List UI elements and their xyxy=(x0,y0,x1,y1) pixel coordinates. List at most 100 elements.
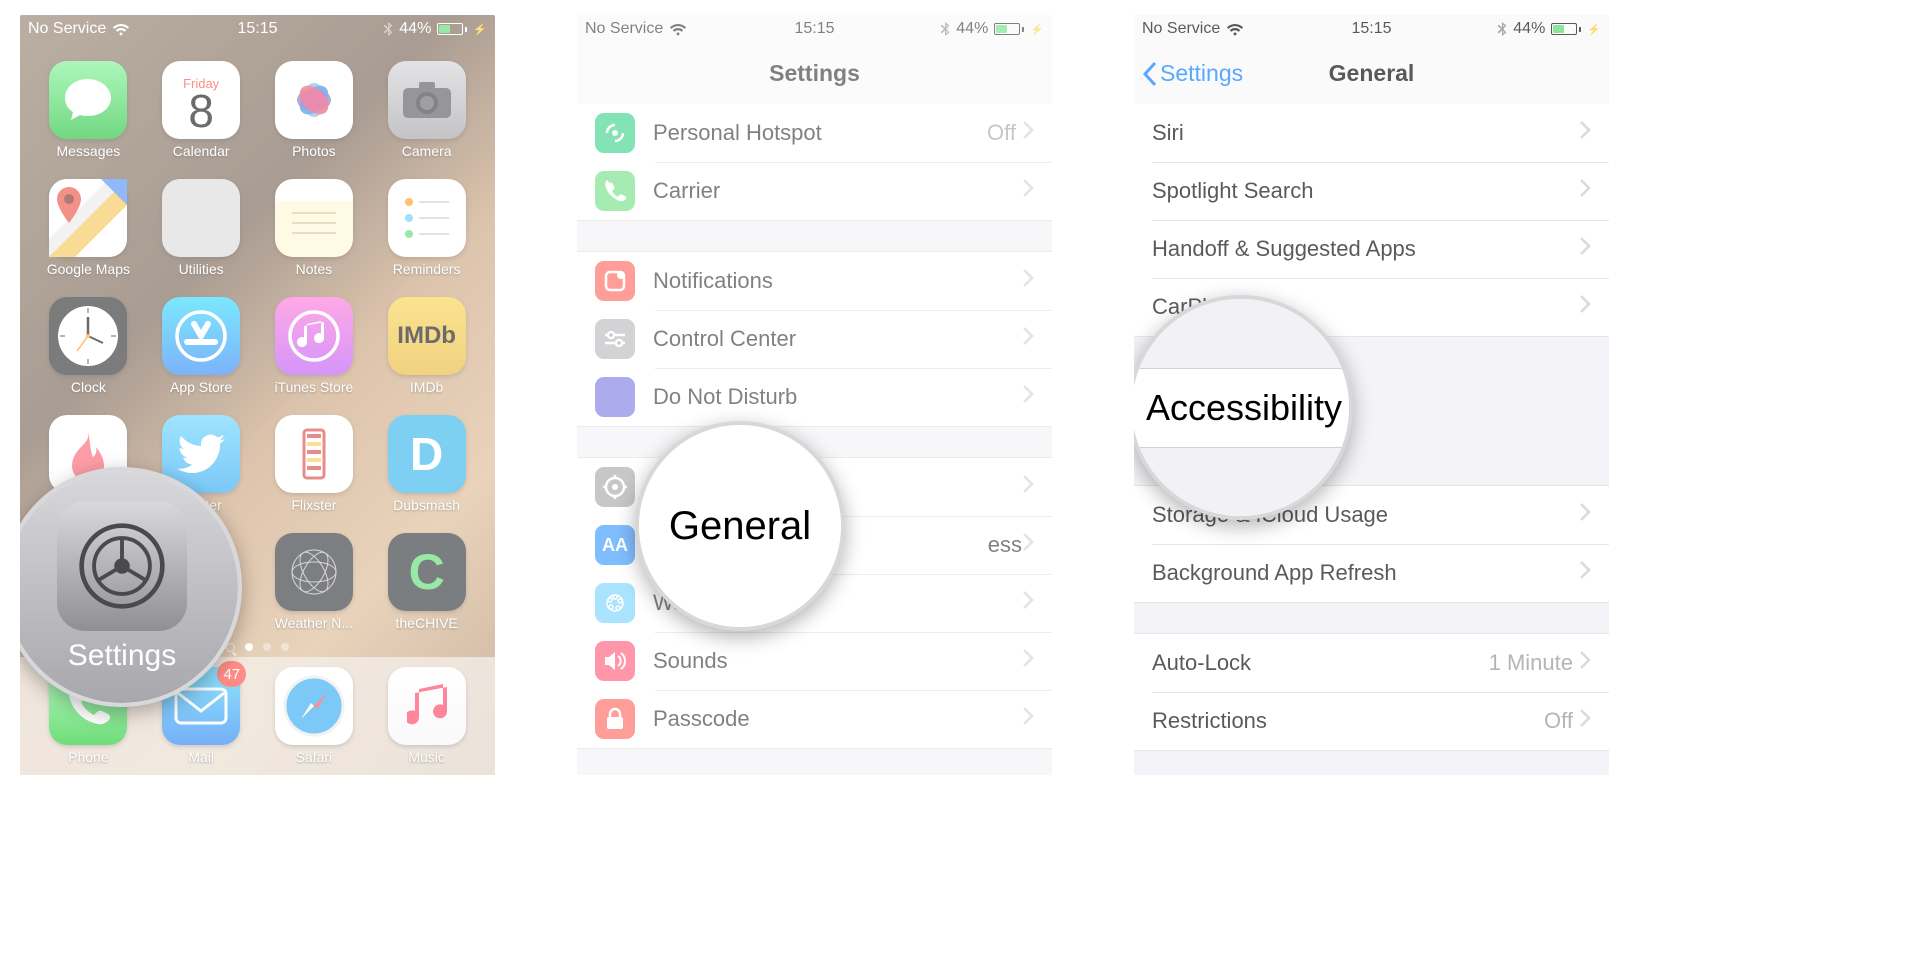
chevron-right-icon xyxy=(1022,326,1034,352)
screen-general: No Service 15:15 44%⚡ Settings General S… xyxy=(1134,15,1609,775)
chevron-right-icon xyxy=(1022,384,1034,410)
app-utilities[interactable]: Utilities xyxy=(149,179,254,277)
app-itunes[interactable]: iTunes Store xyxy=(262,297,367,395)
row-bgrefresh[interactable]: Background App Refresh xyxy=(1134,544,1609,602)
dock-safari[interactable]: Safari xyxy=(262,667,367,767)
app-appstore[interactable]: App Store xyxy=(149,297,254,395)
dnd-icon xyxy=(595,377,635,417)
screen-home: No Service 15:15 44% ⚡ Messages Friday8C… xyxy=(20,15,495,775)
chevron-right-icon xyxy=(1579,560,1591,586)
notes-icon xyxy=(275,179,353,257)
chevron-right-icon xyxy=(1022,590,1034,616)
messages-icon xyxy=(49,61,127,139)
chevron-right-icon xyxy=(1579,236,1591,262)
app-camera[interactable]: Camera xyxy=(374,61,479,159)
magnify-label: Settings xyxy=(68,639,176,673)
page-dot-1 xyxy=(245,643,253,651)
settings-icon xyxy=(57,501,187,631)
battery-pct: 44% xyxy=(1513,20,1545,38)
row-controlcenter[interactable]: Control Center xyxy=(577,310,1052,368)
appstore-icon xyxy=(162,297,240,375)
row-carrier[interactable]: Carrier xyxy=(577,162,1052,220)
status-bar: No Service 15:15 44%⚡ xyxy=(1134,15,1609,43)
bluetooth-icon xyxy=(940,22,950,36)
carrier-text: No Service xyxy=(1142,20,1220,38)
app-messages[interactable]: Messages xyxy=(36,61,141,159)
wifi-icon xyxy=(1226,23,1244,36)
mail-badge: 47 xyxy=(217,661,246,687)
app-notes[interactable]: Notes xyxy=(262,179,367,277)
page-dot-3 xyxy=(281,643,289,651)
app-clock[interactable]: Clock xyxy=(36,297,141,395)
controlcenter-icon xyxy=(595,319,635,359)
app-chive[interactable]: CtheCHIVE xyxy=(374,533,479,631)
row-handoff[interactable]: Handoff & Suggested Apps xyxy=(1134,220,1609,278)
app-reminders[interactable]: Reminders xyxy=(374,179,479,277)
carrier-text: No Service xyxy=(28,20,106,38)
status-bar: No Service 15:15 44%⚡ xyxy=(577,15,1052,43)
chevron-right-icon xyxy=(1022,474,1034,500)
clock-time: 15:15 xyxy=(1351,20,1391,37)
passcode-icon xyxy=(595,699,635,739)
screen-settings: No Service 15:15 44%⚡ Settings Personal … xyxy=(577,15,1052,775)
chevron-right-icon xyxy=(1022,532,1034,558)
dock-music[interactable]: Music xyxy=(374,667,479,767)
app-calendar[interactable]: Friday8Calendar xyxy=(149,61,254,159)
row-passcode[interactable]: Passcode xyxy=(577,690,1052,748)
chevron-right-icon xyxy=(1579,294,1591,320)
chevron-right-icon xyxy=(1022,178,1034,204)
carrier-text: No Service xyxy=(585,20,663,38)
safari-icon xyxy=(275,667,353,745)
chevron-right-icon xyxy=(1579,120,1591,146)
notifications-icon xyxy=(595,261,635,301)
row-hotspot[interactable]: Personal HotspotOff xyxy=(577,104,1052,162)
app-googlemaps[interactable]: Google Maps xyxy=(36,179,141,277)
reminders-icon xyxy=(388,179,466,257)
app-flixster[interactable]: Flixster xyxy=(262,415,367,513)
chevron-right-icon xyxy=(1022,648,1034,674)
nav-back-button[interactable]: Settings xyxy=(1142,60,1243,87)
row-notifications[interactable]: Notifications xyxy=(577,252,1052,310)
googlemaps-icon xyxy=(49,179,127,257)
app-imdb[interactable]: IMDbIMDb xyxy=(374,297,479,395)
battery-icon xyxy=(1551,23,1581,35)
app-weather[interactable]: Weather N... xyxy=(262,533,367,631)
app-photos[interactable]: Photos xyxy=(262,61,367,159)
flixster-icon xyxy=(275,415,353,493)
utilities-folder-icon xyxy=(162,179,240,257)
magnify-label: Accessibility xyxy=(1146,387,1342,429)
row-sounds[interactable]: Sounds xyxy=(577,632,1052,690)
nav-title: General xyxy=(1329,60,1415,87)
chevron-right-icon xyxy=(1579,502,1591,528)
battery-icon xyxy=(994,23,1024,35)
calendar-icon: Friday8 xyxy=(162,61,240,139)
wallpaper-icon xyxy=(595,583,635,623)
row-dnd[interactable]: Do Not Disturb xyxy=(577,368,1052,426)
magnify-callout: Accessibility xyxy=(1134,295,1353,520)
chevron-right-icon xyxy=(1022,706,1034,732)
charging-icon: ⚡ xyxy=(473,23,487,36)
weather-icon xyxy=(275,533,353,611)
battery-icon xyxy=(437,23,467,35)
wifi-icon xyxy=(112,23,130,36)
wifi-icon xyxy=(669,23,687,36)
magnify-label: General xyxy=(669,504,811,549)
battery-pct: 44% xyxy=(956,20,988,38)
bluetooth-icon xyxy=(383,22,393,36)
bluetooth-icon xyxy=(1497,22,1507,36)
chevron-right-icon xyxy=(1579,650,1591,676)
sounds-icon xyxy=(595,641,635,681)
row-restrictions[interactable]: RestrictionsOff xyxy=(1134,692,1609,750)
page-dot-2 xyxy=(263,643,271,651)
general-icon xyxy=(595,467,635,507)
camera-icon xyxy=(388,61,466,139)
row-siri[interactable]: Siri xyxy=(1134,104,1609,162)
nav-title: Settings xyxy=(769,60,860,87)
clock-time: 15:15 xyxy=(237,20,277,37)
itunes-icon xyxy=(275,297,353,375)
row-autolock[interactable]: Auto-Lock1 Minute xyxy=(1134,634,1609,692)
row-spotlight[interactable]: Spotlight Search xyxy=(1134,162,1609,220)
chevron-right-icon xyxy=(1579,178,1591,204)
app-dubsmash[interactable]: DDubsmash xyxy=(374,415,479,513)
chive-icon: C xyxy=(388,533,466,611)
